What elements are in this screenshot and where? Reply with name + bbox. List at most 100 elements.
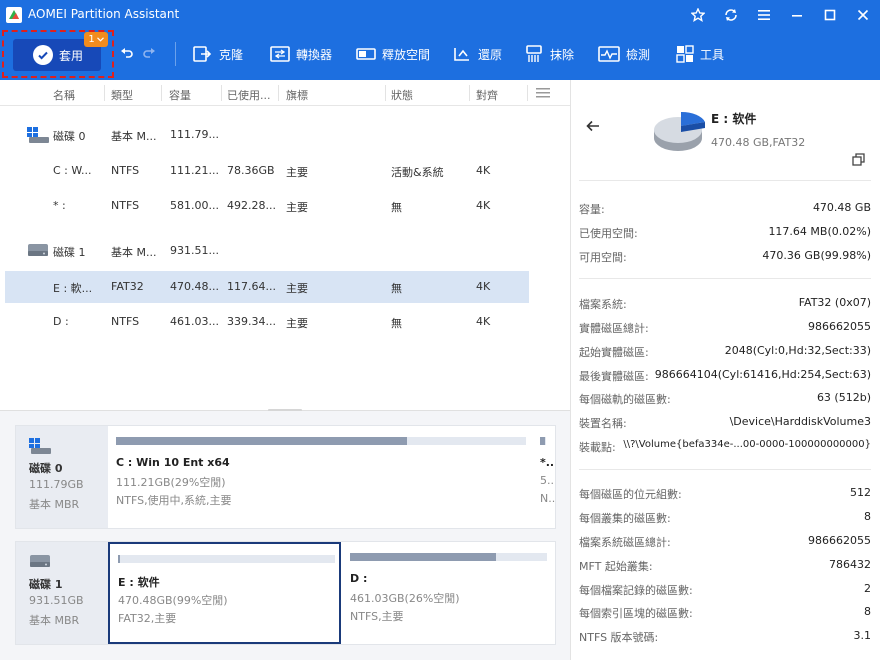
app-title: AOMEI Partition Assistant (28, 7, 180, 21)
disk-label: 磁碟 1 931.51GB 基本 MBR (16, 542, 108, 644)
apply-label: 套用 (59, 48, 84, 63)
refresh-icon (725, 9, 737, 21)
prop-row: 實體磁區總計: 986662055 (579, 320, 871, 335)
usage-fill (350, 553, 496, 561)
usage-bar (116, 437, 526, 445)
disk-map-area: 磁碟 0 111.79GB 基本 MBR C : Win 10 Ent x64 … (0, 411, 570, 660)
restore-button[interactable]: 還原 (452, 42, 502, 66)
table-row[interactable]: * : NTFS 581.00... 492.28... 主要 無 4K (5, 190, 529, 222)
converter-button[interactable]: 轉換器 (270, 42, 332, 66)
row-capacity: 111.79... (170, 128, 219, 141)
partition-list-pane: 名稱 類型 容量 已使用... 旗標 狀態 對齊 磁碟 0 基本 M... 11… (0, 80, 570, 660)
hamburger-icon (758, 10, 770, 20)
prop-row: 檔案系統磁區總計: 986662055 (579, 534, 871, 549)
disk-icon (30, 555, 50, 567)
star-icon (691, 8, 705, 22)
col-capacity[interactable]: 容量 (169, 87, 191, 103)
prop-row: 可用空間: 470.36 GB(99.98%) (579, 249, 871, 264)
free-space-icon (356, 48, 376, 60)
check-button[interactable]: 檢測 (598, 42, 650, 66)
clone-button[interactable]: 克隆 (193, 42, 243, 66)
partition-pie-icon (654, 111, 705, 151)
properties-pane: E : 软件 470.48 GB,FAT32 容量: 470.48 GB 已使用空… (570, 80, 880, 660)
free-space-label: 釋放空間 (382, 47, 431, 62)
star-button[interactable] (686, 3, 710, 27)
usage-fill (118, 555, 121, 563)
toolbar-divider (175, 42, 176, 66)
table-row[interactable]: 磁碟 1 基本 M... 931.51... (5, 235, 529, 267)
restore-icon (454, 48, 469, 61)
col-flag[interactable]: 旗標 (286, 87, 308, 103)
prop-row: 已使用空間: 117.64 MB(0.02%) (579, 225, 871, 240)
pending-operations-badge[interactable]: 1 (84, 32, 108, 47)
partition-block[interactable]: D : 461.03GB(26%空閒) NTFS,主要 (342, 542, 555, 644)
apply-highlight: 套用 1 (2, 30, 114, 78)
tools-button[interactable]: 工具 (676, 42, 724, 66)
partition-block[interactable]: *... 5... N... (533, 426, 555, 528)
toolbar: 套用 1 克隆 轉換器 釋放空間 還原 抹除 檢測 工具 (0, 30, 880, 80)
col-used[interactable]: 已使用... (227, 87, 271, 103)
column-menu-icon[interactable] (535, 86, 551, 100)
col-type[interactable]: 類型 (111, 87, 133, 103)
copy-icon[interactable] (852, 153, 865, 166)
wipe-button[interactable]: 抹除 (524, 42, 574, 66)
col-align[interactable]: 對齊 (476, 87, 498, 103)
refresh-button[interactable] (719, 3, 743, 27)
windows-disk-icon (27, 127, 49, 143)
partition-block[interactable]: C : Win 10 Ent x64 111.21GB(29%空閒) NTFS,… (108, 426, 532, 528)
maximize-button[interactable] (818, 3, 842, 27)
table-row[interactable]: 磁碟 0 基本 M... 111.79... (5, 119, 529, 151)
clone-icon (193, 46, 212, 62)
table-row-selected[interactable]: E : 軟... FAT32 470.48... 117.64... 主要 無 … (5, 271, 529, 303)
col-name[interactable]: 名稱 (53, 87, 75, 103)
row-name: 磁碟 0 (53, 130, 86, 143)
close-icon (857, 9, 869, 21)
prop-row: 每個檔案記錄的磁區數: 2 (579, 582, 871, 597)
usage-bar (118, 555, 335, 563)
title-bar: AOMEI Partition Assistant (0, 0, 880, 30)
column-header: 名稱 類型 容量 已使用... 旗標 狀態 對齊 (0, 80, 570, 106)
undo-button[interactable] (120, 42, 134, 66)
prop-row: 裝置名稱: \Device\HarddiskVolume3 (579, 415, 871, 430)
tools-label: 工具 (700, 47, 725, 62)
free-space-button[interactable]: 釋放空間 (356, 42, 430, 66)
prop-row: 起始實體磁區: 2048(Cyl:0,Hd:32,Sect:33) (579, 344, 871, 359)
prop-row: 每個叢集的磁區數: 8 (579, 510, 871, 525)
table-row[interactable]: D : NTFS 461.03... 339.34... 主要 無 4K (5, 306, 529, 338)
minimize-icon (792, 15, 802, 17)
minimize-button[interactable] (785, 3, 809, 27)
prop-row: MFT 起始叢集: 786432 (579, 558, 871, 573)
prop-row: 每個索引區塊的磁區數: 8 (579, 605, 871, 620)
usage-fill (540, 437, 546, 445)
partition-subtitle: 470.48 GB,FAT32 (711, 136, 806, 149)
redo-icon (143, 48, 155, 58)
check-label: 檢測 (626, 47, 651, 62)
partition-block-selected[interactable]: E : 软件 470.48GB(99%空閒) FAT32,主要 (108, 542, 341, 644)
redo-button[interactable] (142, 42, 156, 66)
app-logo-icon (6, 7, 22, 23)
prop-row: 檔案系統: FAT32 (0x07) (579, 296, 871, 311)
converter-icon (270, 46, 290, 62)
restore-label: 還原 (478, 47, 503, 62)
back-arrow-icon[interactable] (586, 120, 600, 132)
wipe-label: 抹除 (550, 47, 575, 62)
disk-label: 磁碟 0 111.79GB 基本 MBR (16, 426, 108, 528)
prop-row: 每個磁軌的磁區數: 63 (512b) (579, 391, 871, 406)
prop-row: NTFS 版本號碼: 3.1 (579, 629, 871, 644)
row-type: 基本 M... (111, 130, 157, 143)
menu-button[interactable] (752, 3, 776, 27)
chevron-down-icon (96, 37, 104, 42)
usage-bar (350, 553, 547, 561)
table-row[interactable]: C : W... NTFS 111.21... 78.36GB 主要 活動&系統… (5, 155, 529, 187)
prop-row: 最後實體磁區: 986664104(Cyl:61416,Hd:254,Sect:6… (579, 368, 871, 383)
partition-title: E : 软件 (711, 112, 757, 126)
disk-icon (28, 244, 48, 256)
col-status[interactable]: 狀態 (391, 87, 413, 103)
disk-card-0[interactable]: 磁碟 0 111.79GB 基本 MBR C : Win 10 Ent x64 … (15, 425, 556, 529)
close-button[interactable] (851, 3, 875, 27)
prop-row: 裝載點: \\?\Volume{befa334e-...00-0000-10000… (579, 439, 871, 454)
wipe-icon (526, 45, 542, 62)
prop-row: 容量: 470.48 GB (579, 201, 871, 216)
disk-card-1[interactable]: 磁碟 1 931.51GB 基本 MBR E : 软件 470.48GB(99%… (15, 541, 556, 645)
undo-icon (121, 48, 133, 58)
